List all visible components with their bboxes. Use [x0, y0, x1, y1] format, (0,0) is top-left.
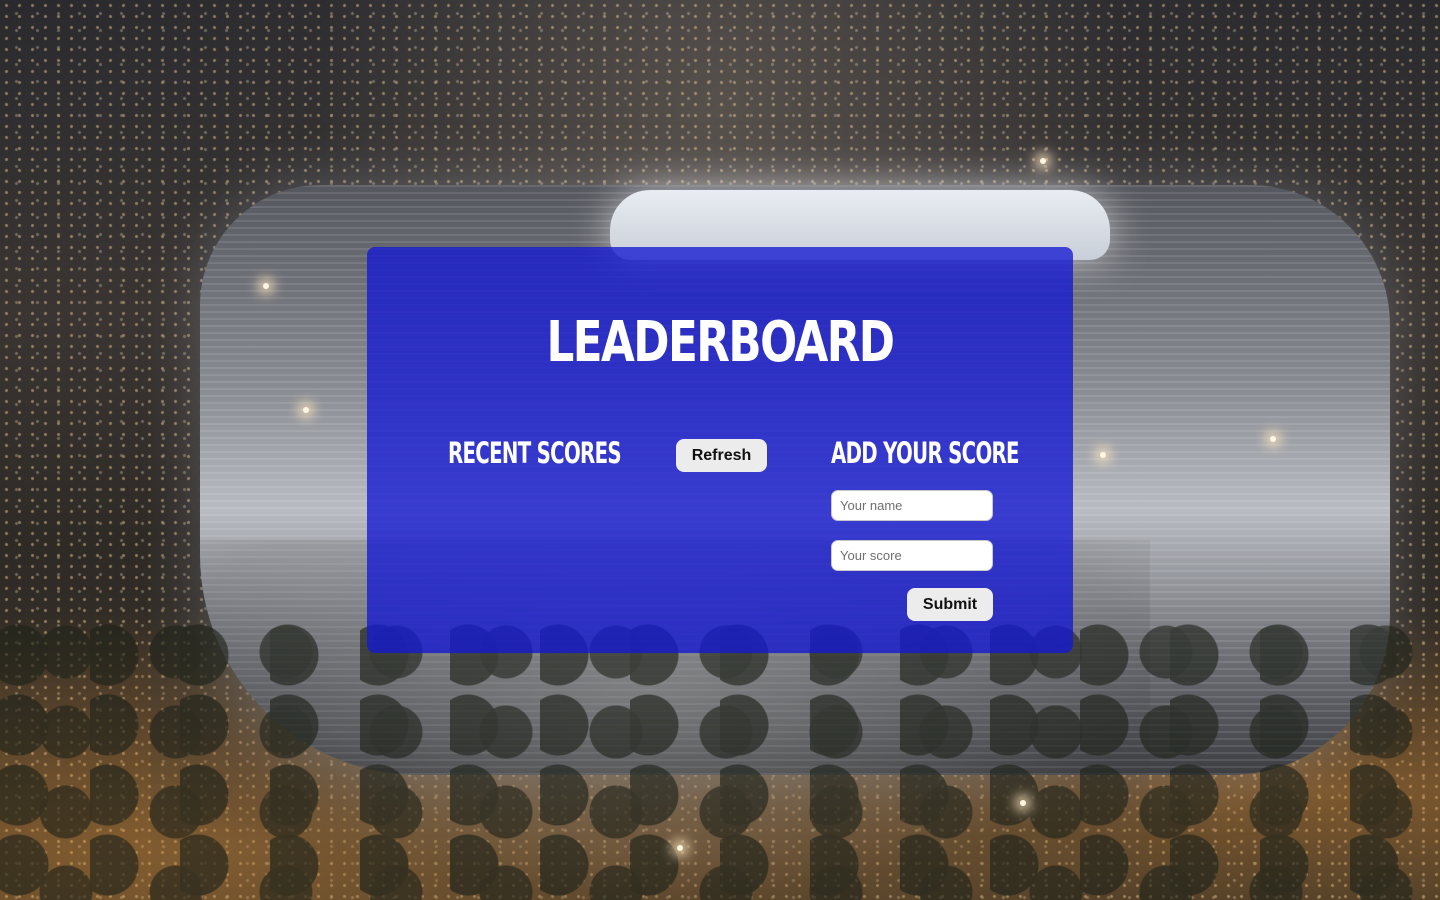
background-trees	[0, 620, 1440, 900]
recent-scores-heading: Recent Scores	[448, 436, 622, 470]
background-light-flare	[303, 407, 309, 413]
score-input[interactable]	[831, 540, 993, 571]
page-title: Leaderboard	[546, 310, 895, 375]
background-light-flare	[1270, 436, 1276, 442]
submit-button[interactable]: Submit	[907, 588, 993, 621]
name-input[interactable]	[831, 490, 993, 521]
recent-scores-list	[448, 488, 768, 628]
background-light-flare	[677, 845, 683, 851]
background-light-flare	[263, 283, 269, 289]
add-score-heading: Add your score	[831, 436, 1020, 470]
refresh-button[interactable]: Refresh	[676, 439, 767, 472]
background-light-flare	[1040, 158, 1046, 164]
background-light-flare	[1020, 800, 1026, 806]
background-light-flare	[1100, 452, 1106, 458]
